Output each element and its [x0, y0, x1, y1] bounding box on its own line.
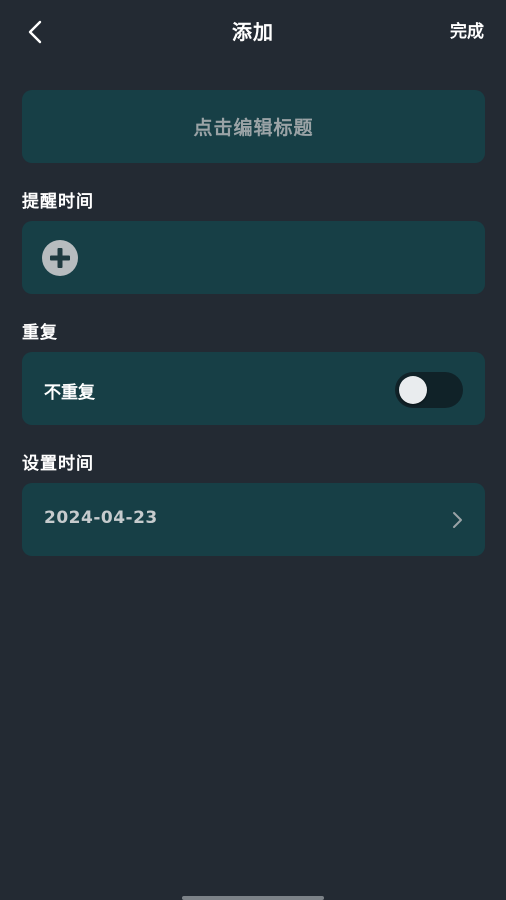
toggle-knob: [399, 376, 427, 404]
repeat-label: 重复: [22, 323, 58, 343]
plus-circle-icon: [42, 240, 78, 276]
date-picker-row[interactable]: 2024-04-23: [22, 483, 485, 556]
remind-time-label: 提醒时间: [22, 192, 94, 212]
repeat-value-label: 不重复: [44, 383, 95, 403]
repeat-toggle[interactable]: [395, 372, 463, 408]
chevron-right-icon: [453, 512, 462, 528]
done-button[interactable]: 完成: [450, 17, 484, 42]
title-input[interactable]: 点击编辑标题: [22, 90, 485, 163]
repeat-card: 不重复: [22, 352, 485, 425]
top-bar: 添加 完成: [0, 0, 506, 62]
home-indicator: [182, 896, 324, 900]
date-value: 2024-04-23: [44, 508, 158, 528]
add-remind-time-button[interactable]: [42, 240, 78, 276]
set-time-label: 设置时间: [22, 454, 94, 474]
title-placeholder: 点击编辑标题: [193, 117, 314, 139]
page-title: 添加: [232, 20, 274, 44]
remind-time-card: [22, 221, 485, 294]
